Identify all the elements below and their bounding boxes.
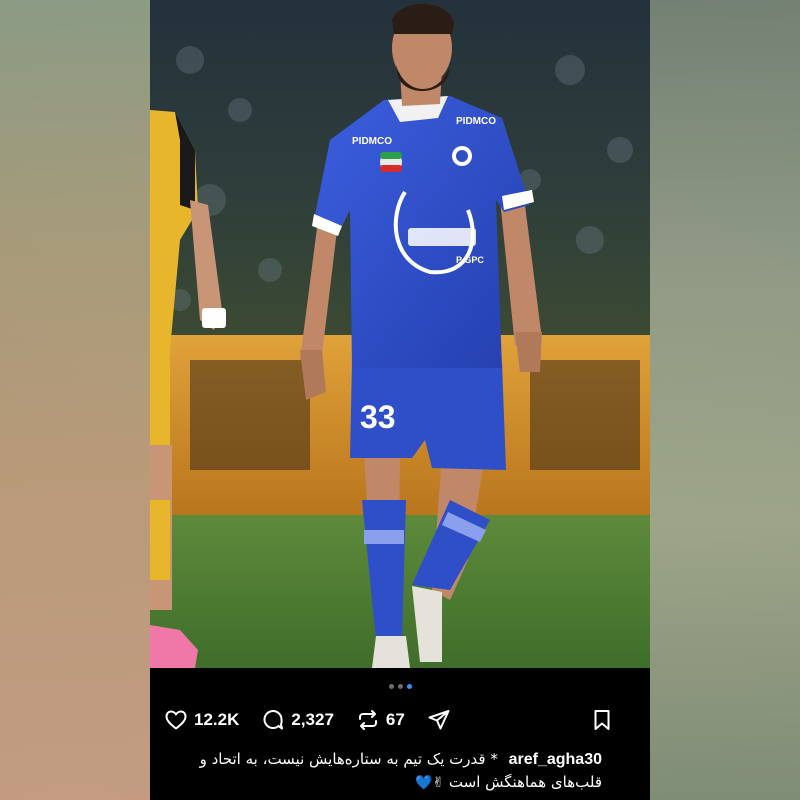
comment-bubble-icon	[263, 710, 284, 730]
share-button[interactable]	[427, 708, 451, 732]
repost-count: 67	[385, 710, 405, 729]
carousel-dot-3-active[interactable]	[406, 684, 412, 689]
like-button[interactable]: 12.2K	[164, 708, 239, 732]
blurred-background-left	[0, 0, 150, 800]
save-button[interactable]	[590, 708, 614, 732]
bookmark-icon	[594, 710, 610, 730]
carousel-indicator	[150, 684, 650, 690]
comment-button[interactable]: 2,327	[261, 708, 334, 732]
heart-icon	[165, 710, 187, 730]
blurred-background-right	[650, 0, 800, 800]
shorts-number: 33	[360, 399, 396, 435]
post-footer: 12.2K 2,327 67 aref_agha30 * قدرت یک تیم…	[150, 668, 650, 800]
comment-count: 2,327	[291, 710, 334, 729]
repost-arrows-icon	[358, 710, 377, 730]
jersey-sponsor-left: PIDMCO	[352, 136, 392, 147]
carousel-dot-2[interactable]	[397, 684, 403, 689]
caption-emoji: ✌💙	[414, 775, 445, 791]
post-photo[interactable]: PIDMCO PIDMCO P GPC 33	[150, 0, 650, 668]
like-count: 12.2K	[194, 710, 240, 729]
repost-button[interactable]: 67	[356, 708, 405, 732]
social-post-card: PIDMCO PIDMCO P GPC 33 12.2K 2,327 67 ar…	[150, 0, 650, 800]
send-paper-plane-icon	[428, 710, 450, 730]
footballer-photo: PIDMCO PIDMCO P GPC 33	[150, 0, 650, 668]
carousel-dot-1[interactable]	[388, 684, 394, 689]
caption-username[interactable]: aref_agha30	[509, 751, 602, 768]
action-bar: 12.2K 2,327 67	[164, 706, 636, 734]
jersey-sponsor-right: PIDMCO	[456, 116, 496, 127]
post-caption: aref_agha30 * قدرت یک تیم به ستاره‌هایش …	[164, 748, 602, 794]
shirt-text: P GPC	[456, 255, 484, 265]
